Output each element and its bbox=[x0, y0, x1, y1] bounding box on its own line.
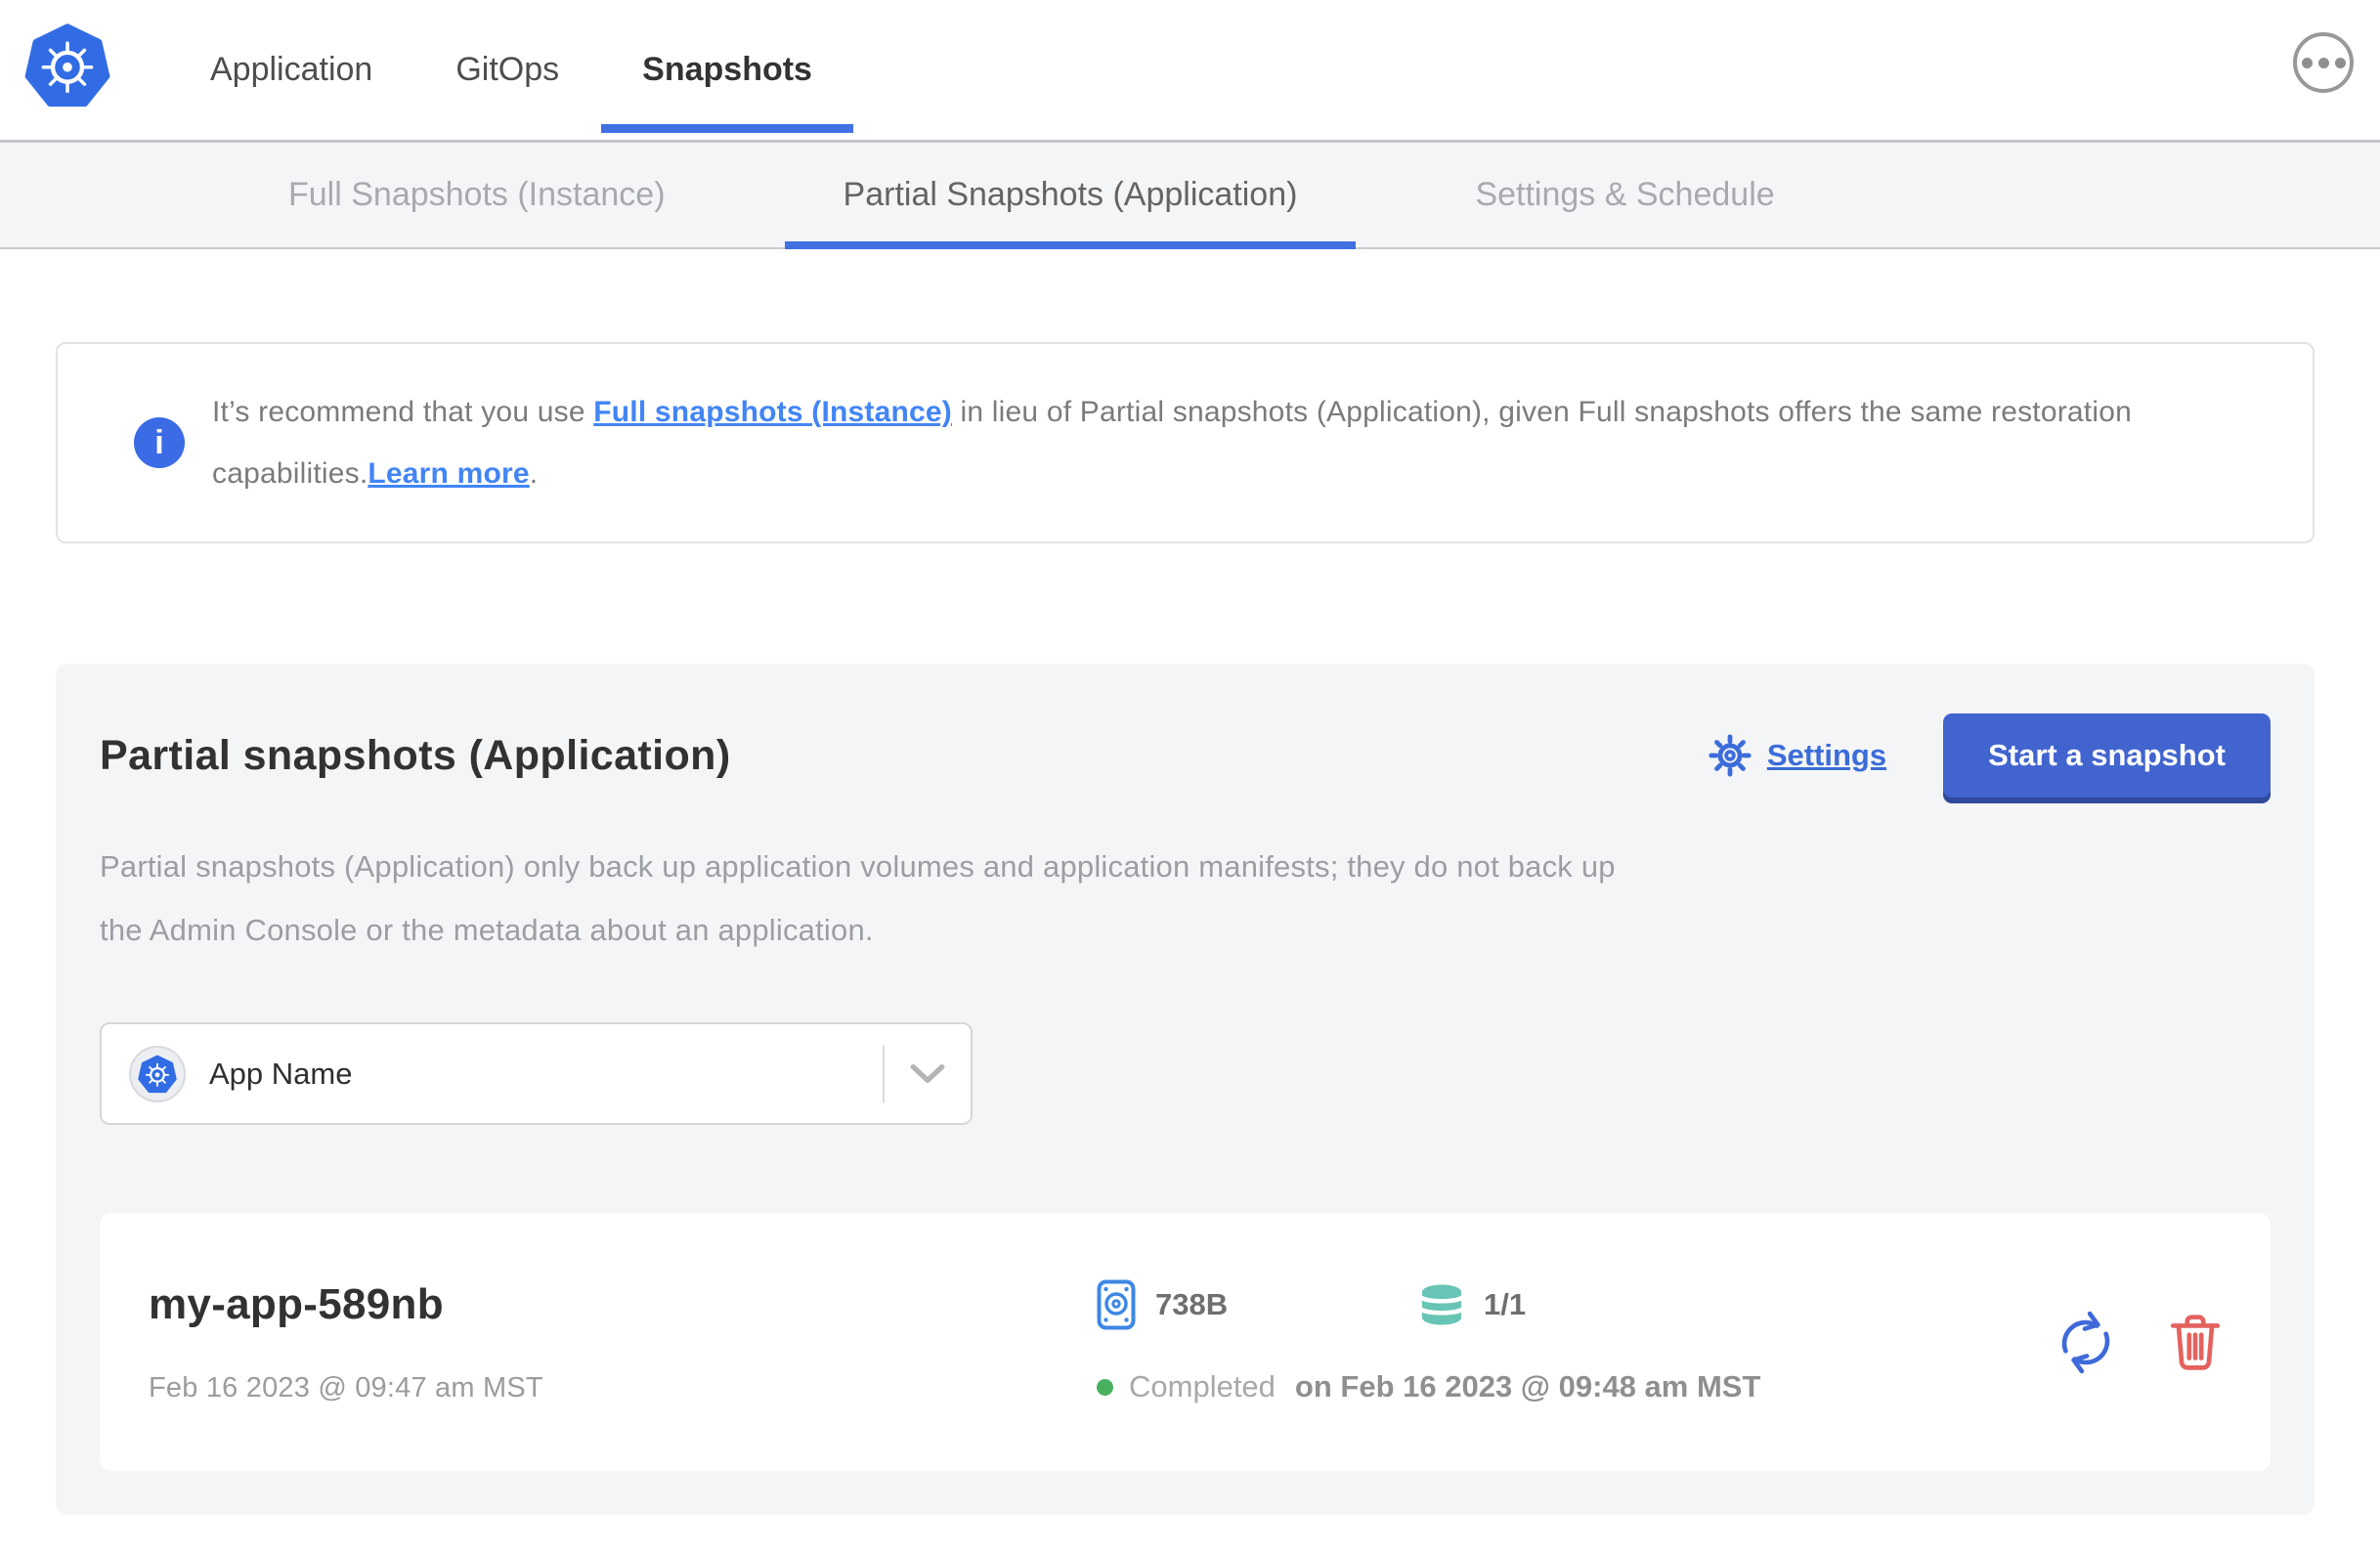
ellipsis-icon bbox=[2317, 57, 2329, 68]
learn-more-link[interactable]: Learn more bbox=[368, 457, 529, 490]
snapshot-metrics: 738B 1/1 bbox=[1097, 1279, 2054, 1330]
tab-snapshots[interactable]: Snapshots bbox=[642, 51, 812, 89]
info-text-pre: It’s recommend that you use bbox=[212, 396, 594, 428]
info-text-post: . bbox=[529, 457, 539, 490]
restore-icon bbox=[2061, 1311, 2110, 1374]
start-snapshot-button[interactable]: Start a snapshot bbox=[1943, 713, 2271, 798]
tab-gitops[interactable]: GitOps bbox=[455, 51, 559, 89]
snapshot-volumes-value: 1/1 bbox=[1484, 1287, 1527, 1321]
app-selector-value: App Name bbox=[209, 1056, 353, 1091]
disk-icon bbox=[1097, 1279, 1136, 1330]
ellipsis-icon bbox=[2334, 57, 2346, 68]
tab-full-snapshots-instance[interactable]: Full Snapshots (Instance) bbox=[230, 143, 724, 247]
snapshot-settings-link[interactable]: Settings bbox=[1708, 733, 1886, 778]
info-banner: i It’s recommend that you use Full snaps… bbox=[56, 342, 2315, 543]
tab-settings-schedule[interactable]: Settings & Schedule bbox=[1416, 143, 1833, 247]
tab-application[interactable]: Application bbox=[210, 51, 372, 89]
overflow-menu-button[interactable] bbox=[2293, 32, 2354, 93]
delete-snapshot-button[interactable] bbox=[2169, 1313, 2222, 1371]
snapshot-status: Completed on Feb 16 2023 @ 09:48 am MST bbox=[1097, 1369, 2054, 1404]
snapshot-created-date: Feb 16 2023 @ 09:47 am MST bbox=[149, 1371, 543, 1403]
snapshot-summary: my-app-589nb Feb 16 2023 @ 09:47 am MST bbox=[149, 1280, 1097, 1404]
snapshot-size-metric: 738B bbox=[1097, 1279, 1419, 1330]
full-snapshots-instance-link[interactable]: Full snapshots (Instance) bbox=[593, 396, 952, 428]
kubernetes-logo-icon bbox=[24, 23, 110, 108]
status-timestamp: on Feb 16 2023 @ 09:48 am MST bbox=[1294, 1369, 1761, 1403]
snapshots-subnav: Full Snapshots (Instance) Partial Snapsh… bbox=[0, 140, 2380, 249]
snapshot-details: 738B 1/1 Completed on Feb 16 2023 @ 09:4… bbox=[1097, 1279, 2054, 1404]
tab-partial-snapshots-application[interactable]: Partial Snapshots (Application) bbox=[784, 143, 1357, 249]
info-banner-text: It’s recommend that you use Full snapsho… bbox=[212, 381, 2273, 504]
panel-description-line2: the Admin Console or the metadata about … bbox=[100, 913, 874, 947]
snapshot-name: my-app-589nb bbox=[149, 1279, 444, 1328]
ellipsis-icon bbox=[2301, 57, 2313, 68]
gear-icon bbox=[1709, 734, 1752, 777]
app-name-selector[interactable]: App Name bbox=[100, 1022, 973, 1125]
restore-snapshot-button[interactable] bbox=[2054, 1310, 2118, 1374]
settings-link-label: Settings bbox=[1766, 738, 1887, 772]
panel-header: Partial snapshots (Application) Settings… bbox=[100, 711, 2271, 800]
partial-snapshots-panel: Partial snapshots (Application) Settings… bbox=[56, 664, 2315, 1515]
info-icon: i bbox=[134, 417, 185, 468]
trash-icon bbox=[2170, 1315, 2221, 1370]
snapshot-size-value: 738B bbox=[1155, 1287, 1229, 1321]
primary-tabs: Application GitOps Snapshots bbox=[210, 0, 812, 140]
top-nav: Application GitOps Snapshots bbox=[0, 0, 2380, 140]
panel-title: Partial snapshots (Application) bbox=[100, 731, 731, 779]
snapshot-row[interactable]: my-app-589nb Feb 16 2023 @ 09:47 am MST … bbox=[100, 1213, 2271, 1471]
status-label: Completed bbox=[1129, 1369, 1276, 1403]
database-icon bbox=[1419, 1284, 1464, 1325]
panel-description-line1: Partial snapshots (Application) only bac… bbox=[100, 849, 1616, 884]
snapshot-volumes-metric: 1/1 bbox=[1419, 1283, 1526, 1326]
kubernetes-app-icon bbox=[129, 1045, 186, 1102]
chevron-down-icon bbox=[885, 1062, 971, 1086]
snapshot-actions bbox=[2054, 1310, 2222, 1374]
status-dot bbox=[1097, 1378, 1113, 1396]
panel-description: Partial snapshots (Application) only bac… bbox=[100, 835, 2271, 962]
